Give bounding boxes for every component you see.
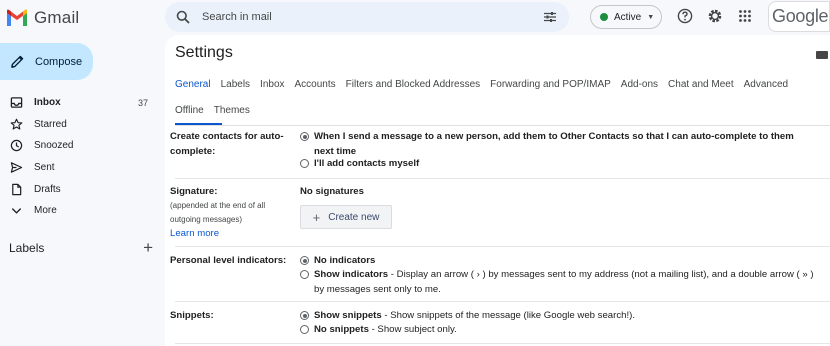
keyboard-icon[interactable] [816, 51, 828, 59]
tab-offline[interactable]: Offline [175, 105, 204, 116]
settings-panel: Settings General Labels Inbox Accounts F… [165, 35, 830, 346]
labels-heading: Labels [9, 240, 45, 255]
divider [175, 246, 830, 247]
radio-unselected[interactable] [300, 325, 309, 334]
compose-label: Compose [35, 55, 83, 68]
inbox-icon [10, 97, 23, 109]
radio-unselected[interactable] [300, 270, 309, 279]
search-bar[interactable]: Search in mail [165, 2, 569, 32]
tab-addons[interactable]: Add-ons [621, 79, 658, 90]
tab-accounts[interactable]: Accounts [295, 79, 336, 90]
signature-sub-line: outgoing messages) [170, 215, 243, 224]
gmail-logo[interactable]: Gmail [6, 8, 79, 28]
send-icon [10, 162, 23, 173]
divider [175, 178, 830, 179]
snippets-label: Snippets: [170, 310, 214, 321]
google-account-button[interactable]: Google [768, 1, 830, 32]
sidebar-item-label: More [34, 205, 57, 217]
status-dropdown[interactable]: Active ▼ [590, 5, 662, 29]
sidebar-item-label: Inbox [34, 97, 61, 109]
plus-icon[interactable]: + [143, 239, 153, 256]
sidebar-nav: Inbox 37 Starred Snoozed Sent Drafts Mor [0, 92, 160, 222]
labels-header: Labels + [9, 239, 153, 256]
status-label: Active [614, 11, 642, 23]
sidebar-item-label: Snoozed [34, 140, 74, 152]
snippets-option-none[interactable]: No snippets - Show subject only. [300, 323, 830, 338]
create-contacts-option-manual[interactable]: I'll add contacts myself [300, 157, 830, 172]
draft-icon [12, 183, 22, 195]
label-line: complete: [170, 145, 216, 157]
radio-unselected[interactable] [300, 159, 309, 168]
label-line: Create contacts for auto- [170, 131, 284, 142]
apps-grid-icon[interactable] [737, 8, 753, 24]
option-text: No indicators [314, 255, 376, 266]
tab-forwarding[interactable]: Forwarding and POP/IMAP [490, 79, 611, 90]
help-icon[interactable] [677, 8, 693, 24]
google-wordmark: Google [772, 6, 829, 26]
tab-filters[interactable]: Filters and Blocked Addresses [346, 79, 481, 90]
tab-inbox[interactable]: Inbox [260, 79, 284, 90]
page-title: Settings [175, 44, 233, 61]
settings-tabs: General Labels Inbox Accounts Filters an… [175, 79, 798, 90]
tab-labels[interactable]: Labels [221, 79, 250, 90]
unread-count: 37 [137, 97, 148, 108]
radio-selected[interactable] [300, 132, 309, 141]
personal-level-option-show[interactable]: Show indicators - Display an arrow ( › )… [300, 268, 830, 297]
sidebar-item-drafts[interactable]: Drafts [0, 178, 160, 200]
option-title: Show snippets [314, 310, 382, 321]
button-label: Create new [328, 211, 380, 223]
divider [175, 343, 830, 344]
signature-value: No signatures [300, 186, 364, 197]
option-desc: - Show snippets of the message (like Goo… [381, 310, 635, 321]
option-title: Show indicators [314, 269, 389, 280]
tab-general[interactable]: General [175, 79, 211, 90]
status-dot [600, 13, 608, 21]
option-desc: - Display an arrow ( › ) by messages sen… [388, 269, 814, 280]
gmail-logo-icon [7, 9, 27, 26]
plus-icon: + [312, 209, 321, 225]
option-desc: - Show subject only. [368, 324, 457, 335]
sidebar-item-inbox[interactable]: Inbox 37 [0, 92, 160, 114]
option-title: No snippets [314, 324, 369, 335]
sidebar-item-more[interactable]: More [0, 200, 160, 222]
sidebar-item-label: Drafts [34, 183, 61, 195]
search-options-icon[interactable] [543, 10, 557, 24]
snippets-option-show[interactable]: Show snippets - Show snippets of the mes… [300, 309, 830, 324]
compose-button[interactable]: Compose [0, 43, 93, 80]
pencil-icon [11, 55, 24, 68]
star-icon [10, 118, 23, 130]
sidebar-item-snoozed[interactable]: Snoozed [0, 135, 160, 157]
caret-down-icon: ▼ [647, 13, 655, 21]
sidebar-item-sent[interactable]: Sent [0, 157, 160, 179]
personal-level-option-none[interactable]: No indicators [300, 254, 830, 269]
gear-icon[interactable] [707, 8, 723, 24]
option-desc: by messages sent only to me. [314, 283, 441, 295]
search-icon[interactable] [176, 10, 190, 24]
learn-more-link[interactable]: Learn more [170, 228, 219, 239]
signature-sub-line: (appended at the end of all [170, 201, 266, 210]
app-name: Gmail [34, 8, 80, 27]
sidebar-item-label: Sent [34, 162, 55, 174]
create-new-signature-button[interactable]: + Create new [300, 205, 392, 229]
option-text: When I send a message to a new person, a… [314, 131, 794, 142]
radio-selected[interactable] [300, 256, 309, 265]
create-contacts-option-auto[interactable]: When I send a message to a new person, a… [300, 130, 830, 159]
personal-level-label: Personal level indicators: [170, 255, 287, 266]
sidebar-item-label: Starred [34, 118, 67, 130]
radio-selected[interactable] [300, 311, 309, 320]
divider [175, 301, 830, 302]
clock-icon [10, 140, 23, 152]
signature-label: Signature: [170, 186, 218, 197]
option-text: I'll add contacts myself [314, 158, 420, 169]
create-contacts-label: Create contacts for auto- complete: [170, 130, 296, 159]
tab-advanced[interactable]: Advanced [744, 79, 788, 90]
tab-chat-meet[interactable]: Chat and Meet [668, 79, 734, 90]
search-input[interactable]: Search in mail [202, 11, 272, 23]
tab-themes[interactable]: Themes [214, 105, 250, 116]
divider [175, 125, 830, 126]
chevron-down-icon [11, 208, 22, 215]
sidebar-item-starred[interactable]: Starred [0, 114, 160, 136]
settings-tabs-row2: Offline Themes [175, 105, 260, 116]
